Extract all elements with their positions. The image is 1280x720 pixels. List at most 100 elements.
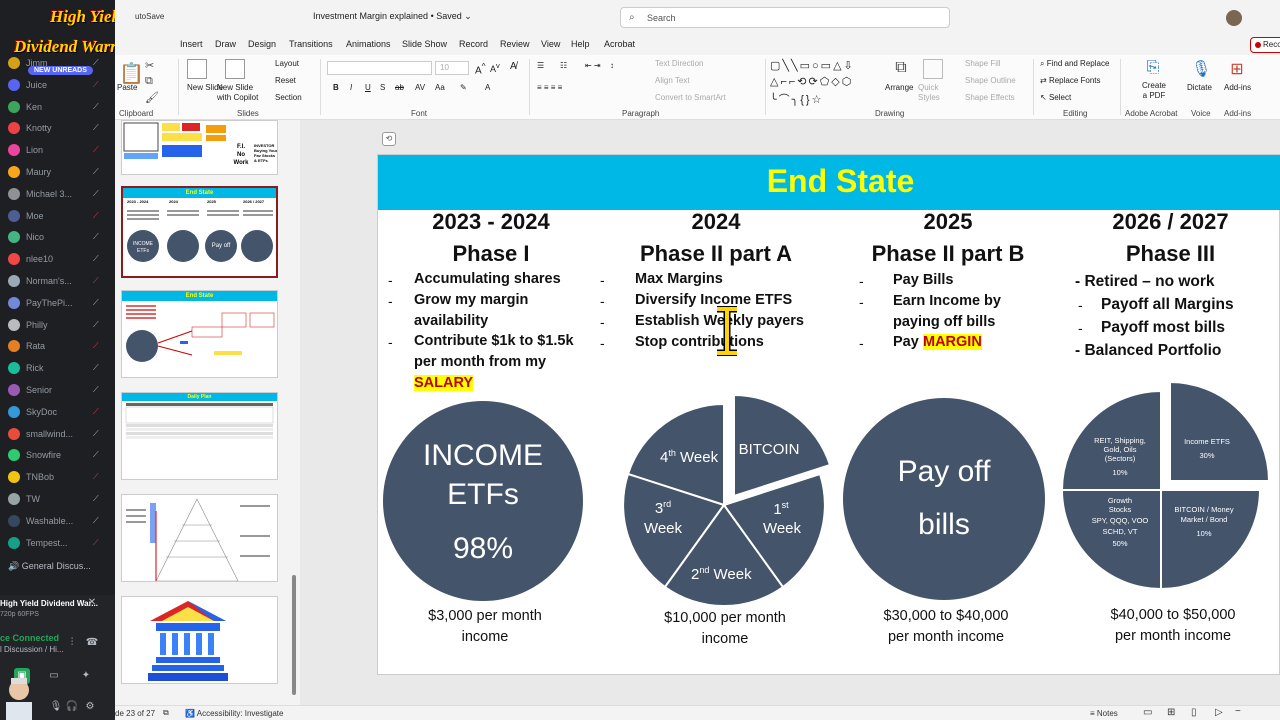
microphone-icon[interactable]: 🎙 (1191, 59, 1211, 79)
member-list-item[interactable]: Maury (8, 164, 74, 180)
shape-effects-button[interactable]: Shape Effects (965, 93, 1015, 102)
income-etfs-circle[interactable] (383, 401, 583, 601)
text-direction-button[interactable]: Text Direction (655, 59, 703, 68)
record-button[interactable]: Reco (1250, 37, 1280, 53)
shape-fill-button[interactable]: Shape Fill (965, 59, 1001, 68)
member-list-item[interactable]: SkyDoc (8, 404, 74, 420)
settings-gear-icon[interactable]: ⚙ (82, 699, 98, 715)
margin-highlight[interactable]: MARGIN (923, 334, 982, 350)
dictate-button[interactable]: Dictate (1187, 83, 1212, 92)
member-list-item[interactable]: Moe (8, 208, 74, 224)
decrease-font-icon[interactable]: Av (490, 61, 500, 74)
accessibility-status[interactable]: ♿ Accessibility: Investigate (185, 709, 283, 718)
salary-highlight[interactable]: SALARY (414, 375, 474, 391)
pay-off-bills-circle[interactable] (843, 398, 1045, 600)
col4-income-l1[interactable]: $40,000 to $50,000 (1088, 607, 1258, 623)
slide-thumbnail-23[interactable]: End State 2023 - 2024 2024 2025 2026 / 2… (121, 186, 278, 278)
tab-transitions[interactable]: Transitions (289, 39, 333, 49)
quick-styles-button[interactable]: Quick Styles (918, 83, 948, 103)
new-slide-copilot-button[interactable]: New Slide with Copilot (217, 83, 261, 103)
disconnect-icon[interactable]: ☎ (84, 635, 100, 651)
col1-bullet[interactable]: Contribute $1k to $1.5k (414, 333, 574, 349)
member-list-item[interactable]: TW (8, 491, 74, 507)
underline-icon[interactable]: U (365, 83, 371, 92)
member-list-item[interactable]: nlee10 (8, 251, 74, 267)
col2-year[interactable]: 2024 (656, 209, 776, 235)
slide-thumbnail-27[interactable] (121, 596, 278, 684)
col2-income-l2[interactable]: income (640, 631, 810, 647)
char-spacing-icon[interactable]: AV (415, 83, 425, 92)
align-icons[interactable]: ≡ ≡ ≡ ≡ (537, 83, 562, 92)
copy-icon[interactable]: ⧉ (145, 75, 153, 88)
shapes-gallery-row3[interactable]: ╰⌒╮{}☆ (770, 91, 823, 107)
clear-format-icon[interactable]: A̸ (510, 61, 517, 72)
member-list-item[interactable]: Snowfire (8, 447, 74, 463)
member-list-item[interactable]: Senior (8, 382, 74, 398)
bold-icon[interactable]: B (333, 83, 339, 92)
tab-acrobat[interactable]: Acrobat (604, 39, 635, 49)
slideshow-icon[interactable]: ▷ (1215, 707, 1223, 718)
col3-bullet[interactable]: paying off bills (893, 314, 995, 330)
find-replace-button[interactable]: ⌕ Find and Replace (1040, 59, 1109, 69)
slide-thumbnail-22[interactable]: F.I. No Work INVESTOR Buying Your Fav Stoc… (121, 120, 278, 175)
member-list-item[interactable]: Juice (8, 77, 74, 93)
addins-icon[interactable]: ⊞ (1227, 59, 1247, 79)
change-case-icon[interactable]: Aa (435, 83, 445, 92)
line-spacing-icon[interactable]: ↕ (610, 61, 614, 70)
indent-icons[interactable]: ⇤ ⇥ (585, 61, 601, 70)
strikethrough-icon[interactable]: ab (395, 83, 404, 92)
member-list-item[interactable]: Norman's... (8, 273, 74, 289)
col4-income-l2[interactable]: per month income (1088, 628, 1258, 644)
font-size-select[interactable]: 10 (435, 61, 469, 75)
increase-font-icon[interactable]: A^ (475, 61, 486, 76)
slide-thumbnail-25[interactable]: Daily Plan (121, 392, 278, 480)
activity-icon[interactable]: ✦ (78, 668, 94, 684)
member-list-item[interactable]: Michael 3... (8, 186, 74, 202)
tab-insert[interactable]: Insert (180, 39, 203, 49)
layout-button[interactable]: Layout (275, 59, 299, 68)
col3-income-l1[interactable]: $30,000 to $40,000 (861, 608, 1031, 624)
bullets-icon[interactable]: ☰ (537, 61, 544, 70)
member-list-item[interactable]: Tempest... (8, 535, 74, 551)
tab-review[interactable]: Review (500, 39, 530, 49)
member-list-item[interactable]: PayThePi... (8, 295, 74, 311)
slide-thumbnail-26[interactable] (121, 494, 278, 582)
col2-bullet[interactable]: Stop contributions (635, 334, 764, 350)
addins-button[interactable]: Add-ins (1224, 83, 1251, 92)
create-pdf-button[interactable]: Create a PDF (1139, 81, 1169, 101)
slide-thumbnail-24[interactable]: End State (121, 290, 278, 378)
paste-button[interactable]: Paste (117, 83, 137, 92)
align-text-button[interactable]: Align Text (655, 76, 690, 85)
font-name-select[interactable] (327, 61, 432, 75)
arrange-button[interactable]: Arrange (885, 83, 913, 92)
select-button[interactable]: ↖ Select (1040, 93, 1071, 102)
col3-bullet[interactable]: Earn Income by (893, 293, 1001, 309)
section-button[interactable]: Section (275, 93, 302, 102)
highlight-icon[interactable]: ✎ (460, 83, 467, 92)
reset-button[interactable]: Reset (275, 76, 296, 85)
col3-income-l2[interactable]: per month income (861, 629, 1031, 645)
notes-button[interactable]: ≡ Notes (1090, 709, 1118, 718)
col1-bullet[interactable]: Accumulating shares (414, 271, 561, 287)
convert-smartart-button[interactable]: Convert to SmartArt (655, 93, 726, 102)
tab-record[interactable]: Record (459, 39, 488, 49)
member-list-item[interactable]: Washable... (8, 513, 74, 529)
headset-icon[interactable]: 🎧 (64, 699, 80, 715)
slide-sorter-icon[interactable]: ⊞ (1167, 707, 1175, 718)
screen-share-icon[interactable]: ▭ (46, 668, 62, 684)
reading-view-icon[interactable]: ▯ (1191, 707, 1197, 718)
shadow-icon[interactable]: S (380, 83, 385, 92)
col1-phase[interactable]: Phase I (426, 241, 556, 267)
font-color-icon[interactable]: A (485, 83, 490, 92)
col4-year[interactable]: 2026 / 2027 (1098, 209, 1243, 235)
member-list-item[interactable]: Rata (8, 338, 74, 354)
col4-bullet[interactable]: - Retired – no work (1075, 273, 1215, 291)
member-list-item[interactable]: Rick (8, 360, 74, 376)
member-list-item[interactable]: TNBob (8, 469, 74, 485)
quick-styles-icon[interactable] (923, 59, 943, 79)
col3-bullet[interactable]: Pay (893, 334, 919, 350)
member-list-item[interactable]: smallwind... (8, 426, 74, 442)
user-avatar[interactable] (1226, 10, 1242, 26)
col3-year[interactable]: 2025 (888, 209, 1008, 235)
tab-slide-show[interactable]: Slide Show (402, 39, 447, 49)
